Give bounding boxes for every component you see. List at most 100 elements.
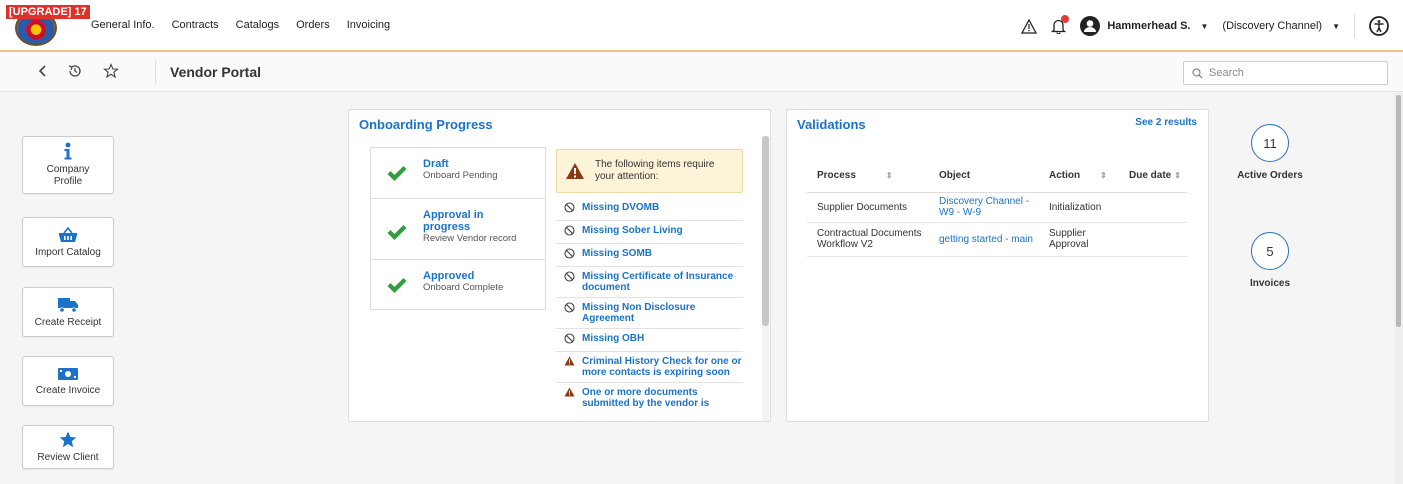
nav-catalogs[interactable]: Catalogs <box>236 19 279 31</box>
main-nav: General Info. Contracts Catalogs Orders … <box>91 19 390 31</box>
ban-icon <box>564 202 575 216</box>
divider <box>1354 14 1355 38</box>
issue-text: Criminal History Check for one or more c… <box>582 356 742 378</box>
process-cell: Supplier Documents <box>807 192 929 223</box>
step-approved: Approved Onboard Complete <box>371 260 545 309</box>
attention-notice: The following items require your attenti… <box>556 149 743 193</box>
top-navbar: [UPGRADE] 17 General Info. Contracts Cat… <box>0 0 1403 52</box>
basket-icon <box>59 226 77 242</box>
object-link[interactable]: Discovery Channel - W9 - W-9 <box>939 196 1029 218</box>
active-orders-stat[interactable]: 11 Active Orders <box>1237 124 1303 181</box>
review-client-button[interactable]: Review Client <box>22 425 114 469</box>
search-icon <box>1192 67 1203 78</box>
create-invoice-label: Create Invoice <box>35 384 101 396</box>
nav-contracts[interactable]: Contracts <box>172 19 219 31</box>
due-date-cell <box>1119 192 1187 223</box>
validations-table: Process ⇕ Object Action ⇕ Due date ⇕ Suppli… <box>807 159 1187 257</box>
create-receipt-button[interactable]: Create Receipt <box>22 287 114 337</box>
favorite-star-icon[interactable] <box>103 63 119 83</box>
object-cell: Discovery Channel - W9 - W-9 <box>929 192 1039 223</box>
active-orders-label: Active Orders <box>1237 170 1303 181</box>
page-header: Vendor Portal Search <box>0 52 1403 92</box>
review-client-label: Review Client <box>37 452 99 463</box>
info-icon <box>64 142 72 160</box>
org-switcher[interactable]: (Discovery Channel) ▼ <box>1222 20 1340 32</box>
onboarding-title: Onboarding Progress <box>359 117 493 132</box>
ban-icon <box>564 248 575 262</box>
issue-item[interactable]: One or more documents submitted by the v… <box>556 383 743 413</box>
money-icon <box>58 367 78 380</box>
onboarding-progress-panel: Onboarding Progress Draft Onboard Pendin… <box>348 109 771 422</box>
upgrade-badge: [UPGRADE] 17 <box>6 5 90 19</box>
ban-icon <box>564 333 575 347</box>
ban-icon <box>564 225 575 239</box>
checkmark-icon <box>371 209 423 241</box>
step-approval: Approval in progress Review Vendor recor… <box>371 199 545 260</box>
issue-text: Missing Sober Living <box>582 225 683 236</box>
step-title: Draft <box>423 158 449 170</box>
issue-item[interactable]: Missing SOMB <box>556 244 743 267</box>
invoices-label: Invoices <box>1249 278 1291 289</box>
sort-icon[interactable]: ⇕ <box>1174 171 1181 180</box>
step-title: Approved <box>423 270 475 282</box>
scrollbar[interactable] <box>762 136 769 421</box>
create-receipt-label: Create Receipt <box>34 316 102 328</box>
warning-icon <box>564 356 575 369</box>
accessibility-icon[interactable] <box>1369 16 1389 36</box>
due-date-cell <box>1119 222 1187 257</box>
nav-orders[interactable]: Orders <box>296 19 330 31</box>
process-cell: Contractual Documents Workflow V2 <box>807 222 929 257</box>
object-link[interactable]: getting started - main <box>939 234 1033 245</box>
page-scrollbar[interactable] <box>1394 93 1403 484</box>
sort-icon[interactable]: ⇕ <box>886 171 893 180</box>
issue-text: One or more documents submitted by the v… <box>582 387 710 409</box>
warning-icon <box>566 163 584 179</box>
issue-text: Missing Non Disclosure Agreement <box>582 302 696 324</box>
issue-item[interactable]: Missing Certificate of Insurance documen… <box>556 267 743 298</box>
search-placeholder: Search <box>1209 67 1244 79</box>
import-catalog-button[interactable]: Import Catalog <box>22 217 114 267</box>
issue-item[interactable]: Missing DVOMB <box>556 198 743 221</box>
ban-icon <box>564 271 575 285</box>
column-header[interactable]: Action ⇕ <box>1039 159 1119 193</box>
history-icon[interactable] <box>67 63 83 83</box>
user-name: Hammerhead S. <box>1107 20 1191 32</box>
star-icon <box>59 431 77 448</box>
top-right-controls: Hammerhead S. ▼ (Discovery Channel) ▼ <box>1021 14 1389 38</box>
notification-bell-icon[interactable] <box>1051 15 1070 34</box>
column-header[interactable]: Due date ⇕ <box>1119 159 1187 193</box>
nav-invoicing[interactable]: Invoicing <box>347 19 390 31</box>
back-arrow-icon[interactable] <box>37 64 47 82</box>
issue-text: Missing DVOMB <box>582 202 660 213</box>
divider <box>155 60 156 84</box>
action-cell: Initialization <box>1039 192 1119 223</box>
warning-icon[interactable] <box>1021 18 1038 34</box>
user-menu[interactable]: Hammerhead S. ▼ <box>1080 16 1208 36</box>
issue-item[interactable]: Missing Sober Living <box>556 221 743 244</box>
warning-icon <box>564 387 575 400</box>
step-subtitle: Review Vendor record <box>423 233 517 244</box>
create-invoice-button[interactable]: Create Invoice <box>22 356 114 406</box>
page-controls <box>37 63 119 83</box>
see-results-link[interactable]: See 2 results <box>1135 117 1197 128</box>
action-cell: Supplier Approval <box>1039 222 1119 257</box>
issue-item[interactable]: Missing Non Disclosure Agreement <box>556 298 743 329</box>
sort-icon[interactable]: ⇕ <box>1100 171 1107 180</box>
search-input[interactable]: Search <box>1183 61 1388 85</box>
company-profile-button[interactable]: Company Profile <box>22 136 114 194</box>
page-title: Vendor Portal <box>170 64 262 80</box>
column-header[interactable]: Process ⇕ <box>807 159 929 193</box>
chevron-down-icon: ▼ <box>1332 21 1340 31</box>
column-header[interactable]: Object <box>929 159 1039 193</box>
invoices-stat[interactable]: 5 Invoices <box>1237 232 1303 289</box>
issue-text: Missing Certificate of Insurance documen… <box>582 271 734 293</box>
table-row: Supplier Documents Discovery Channel - W… <box>807 192 1187 223</box>
issue-item[interactable]: Criminal History Check for one or more c… <box>556 352 743 383</box>
company-profile-label: Company Profile <box>46 164 90 187</box>
page-scrollbar-thumb[interactable] <box>1396 95 1401 327</box>
chevron-down-icon: ▼ <box>1200 21 1209 31</box>
notification-dot <box>1061 15 1070 23</box>
issue-item[interactable]: Missing OBH <box>556 329 743 352</box>
nav-general-info[interactable]: General Info. <box>91 19 155 31</box>
scrollbar-thumb[interactable] <box>762 136 769 326</box>
